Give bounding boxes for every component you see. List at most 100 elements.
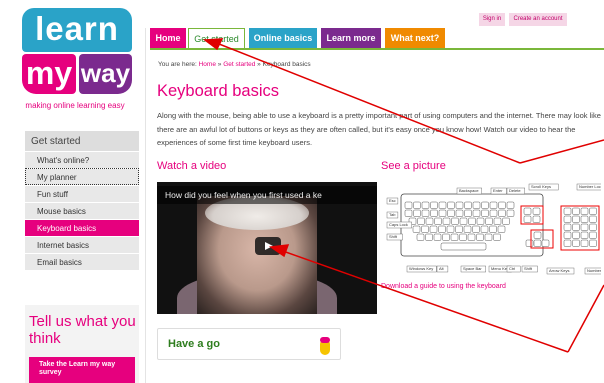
keyboard-key [430, 201, 438, 209]
keyboard-key [464, 209, 472, 217]
keyboard-key [459, 217, 468, 225]
keyboard-callout-label: Number Keys [587, 268, 601, 273]
picture-heading: See a picture [381, 160, 446, 172]
number-key [563, 215, 572, 223]
sign-in-link[interactable]: Sign in [479, 13, 505, 26]
download-guide-link[interactable]: Download a guide to using the keyboard [381, 283, 506, 290]
keyboard-key [438, 201, 447, 209]
number-key [572, 223, 580, 231]
breadcrumb-prefix: You are here: [158, 61, 197, 68]
tab-learn-more[interactable]: Learn more [321, 28, 381, 48]
arrow-key [533, 239, 542, 247]
breadcrumb-separator: » [257, 61, 261, 68]
number-key [572, 239, 580, 247]
number-key [563, 223, 572, 231]
sidebar-item-fun-stuff[interactable]: Fun stuff [25, 185, 139, 202]
number-key [580, 207, 589, 215]
keyboard-key [480, 225, 489, 233]
play-icon[interactable] [255, 237, 281, 255]
keyboard-key [472, 209, 481, 217]
number-key [572, 207, 580, 215]
site-logo[interactable]: learn my way making online learning easy [0, 0, 145, 120]
keyboard-key [498, 201, 506, 209]
keyboard-key [506, 209, 515, 217]
keyboard-key [413, 201, 421, 209]
logo-way: way [79, 54, 132, 94]
sidebar-item-my-planner[interactable]: My planner [25, 168, 139, 185]
logo-tagline: making online learning easy [25, 101, 125, 110]
number-key [580, 223, 589, 231]
keyboard-key [451, 217, 459, 225]
keyboard-key [489, 225, 497, 233]
keyboard-key [502, 217, 510, 225]
survey-button[interactable]: Take the Learn my way survey [29, 357, 135, 383]
keyboard-key [446, 225, 455, 233]
tab-online-basics[interactable]: Online basics [249, 28, 317, 48]
keyboard-callout-label: Caps Lock [389, 222, 408, 227]
arrow-key [533, 231, 542, 239]
keyboard-key [481, 209, 489, 217]
keyboard-key [455, 225, 463, 233]
keyboard-callout-label: Number Lock [579, 184, 601, 189]
number-key [589, 239, 597, 247]
keyboard-key [489, 201, 498, 209]
keyboard-key [433, 233, 442, 241]
keyboard-key [442, 217, 451, 225]
keyboard-callout-label: Scroll Keys [531, 184, 551, 189]
tab-what-next[interactable]: What next? [385, 28, 445, 48]
keyboard-key [485, 217, 493, 225]
keyboard-key [421, 225, 429, 233]
keyboard-key [442, 233, 450, 241]
scroll-key [523, 215, 532, 223]
keyboard-key [497, 225, 506, 233]
tab-get-started[interactable]: Get started [188, 28, 245, 49]
have-a-go-button[interactable]: Have a go [157, 328, 341, 360]
number-key [580, 231, 589, 239]
breadcrumb: You are here: Home » Get started » Keybo… [158, 61, 311, 68]
arrow-key [525, 239, 534, 247]
keyboard-key [438, 209, 447, 217]
keyboard-callout-label: Delete [509, 188, 521, 193]
keyboard-key [459, 233, 467, 241]
arrow-key [541, 239, 550, 247]
survey-box: Tell us what you think Take the Learn my… [25, 305, 139, 383]
sidebar-heading: Get started [25, 131, 139, 151]
keyboard-key [447, 209, 455, 217]
sidebar-item-mouse-basics[interactable]: Mouse basics [25, 202, 139, 219]
video-caption: How did you feel when you first used a k… [157, 186, 377, 204]
number-key [589, 231, 597, 239]
keyboard-key [493, 233, 501, 241]
keyboard-key [481, 201, 489, 209]
keyboard-callout-label: Windows Key [409, 266, 433, 271]
keyboard-callout-label: Ctrl [509, 266, 515, 271]
number-key [563, 231, 572, 239]
number-key [580, 239, 589, 247]
sidebar-item-email-basics[interactable]: Email basics [25, 253, 139, 270]
keyboard-callout-label: Backspace [459, 188, 479, 193]
mouse-icon [320, 337, 330, 355]
video-player[interactable]: How did you feel when you first used a k… [157, 182, 377, 314]
tab-underline [150, 48, 604, 50]
number-key [563, 239, 572, 247]
keyboard-key [425, 233, 433, 241]
keyboard-key [467, 233, 476, 241]
arrow-line [567, 284, 604, 353]
sidebar-item-keyboard-basics[interactable]: Keyboard basics [25, 219, 139, 236]
breadcrumb-home-link[interactable]: Home [199, 61, 216, 68]
sidebar-item-whats-online[interactable]: What's online? [25, 151, 139, 168]
survey-title: Tell us what you think [29, 313, 136, 347]
keyboard-key [468, 217, 476, 225]
tab-home[interactable]: Home [150, 28, 186, 48]
keyboard-key [404, 209, 413, 217]
keyboard-key [489, 209, 498, 217]
scroll-key [532, 215, 541, 223]
keyboard-key [455, 209, 464, 217]
keyboard-key [404, 201, 413, 209]
page-intro: Along with the mouse, being able to use … [157, 111, 601, 147]
breadcrumb-section-link[interactable]: Get started [223, 61, 255, 68]
create-account-link[interactable]: Create an account [509, 13, 567, 26]
sidebar-item-internet-basics[interactable]: Internet basics [25, 236, 139, 253]
scroll-key [532, 207, 541, 215]
number-key [580, 215, 589, 223]
breadcrumb-current: Keyboard basics [262, 61, 311, 68]
